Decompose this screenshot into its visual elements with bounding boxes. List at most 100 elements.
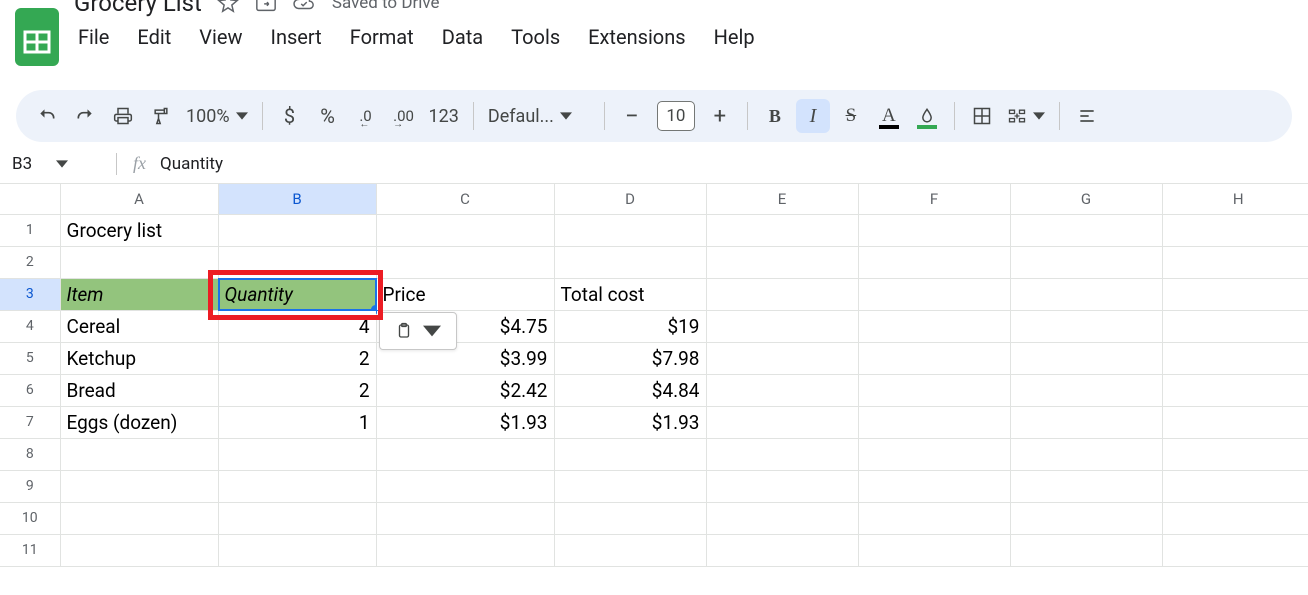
cell-C10[interactable] <box>376 502 554 534</box>
cell-F2[interactable] <box>858 246 1010 278</box>
cell-G11[interactable] <box>1010 534 1162 566</box>
borders-button[interactable] <box>965 99 999 133</box>
cell-D9[interactable] <box>554 470 706 502</box>
cell-D8[interactable] <box>554 438 706 470</box>
cell-F11[interactable] <box>858 534 1010 566</box>
menu-view[interactable]: View <box>187 21 254 53</box>
menu-tools[interactable]: Tools <box>499 21 572 53</box>
cell-B3[interactable]: Quantity <box>218 278 376 310</box>
cell-H2[interactable] <box>1162 246 1308 278</box>
cell-E11[interactable] <box>706 534 858 566</box>
horizontal-align-button[interactable] <box>1070 99 1104 133</box>
cell-C3[interactable]: Price <box>376 278 554 310</box>
cell-A5[interactable]: Ketchup <box>60 342 218 374</box>
italic-button[interactable]: I <box>796 99 830 133</box>
cell-F4[interactable] <box>858 310 1010 342</box>
zoom-select[interactable]: 100% <box>182 106 252 127</box>
menu-insert[interactable]: Insert <box>259 21 334 53</box>
paint-format-button[interactable] <box>144 99 178 133</box>
cell-G6[interactable] <box>1010 374 1162 406</box>
menu-extensions[interactable]: Extensions <box>576 21 697 53</box>
paste-options-popup[interactable] <box>379 312 457 350</box>
more-formats-button[interactable]: 123 <box>425 106 463 127</box>
text-color-button[interactable]: A <box>872 99 906 133</box>
cell-E1[interactable] <box>706 214 858 246</box>
cell-B8[interactable] <box>218 438 376 470</box>
format-percent-button[interactable]: % <box>311 99 345 133</box>
cell-B9[interactable] <box>218 470 376 502</box>
cell-C9[interactable] <box>376 470 554 502</box>
cell-H9[interactable] <box>1162 470 1308 502</box>
cell-H11[interactable] <box>1162 534 1308 566</box>
select-all-corner[interactable] <box>0 184 60 214</box>
decrease-font-size-button[interactable]: − <box>615 99 649 133</box>
cell-E9[interactable] <box>706 470 858 502</box>
cell-A10[interactable] <box>60 502 218 534</box>
cell-F6[interactable] <box>858 374 1010 406</box>
cell-G3[interactable] <box>1010 278 1162 310</box>
menu-data[interactable]: Data <box>430 21 495 53</box>
row-header-2[interactable]: 2 <box>0 246 60 278</box>
merge-cells-button[interactable] <box>1003 106 1049 127</box>
document-title[interactable]: Grocery List <box>74 0 202 17</box>
column-header-C[interactable]: C <box>376 184 554 214</box>
cell-B6[interactable]: 2 <box>218 374 376 406</box>
cell-G4[interactable] <box>1010 310 1162 342</box>
cell-G2[interactable] <box>1010 246 1162 278</box>
cell-H8[interactable] <box>1162 438 1308 470</box>
fx-icon[interactable]: fx <box>133 153 146 174</box>
row-header-9[interactable]: 9 <box>0 470 60 502</box>
cell-E6[interactable] <box>706 374 858 406</box>
font-select[interactable]: Defaul... <box>484 106 594 127</box>
cell-A11[interactable] <box>60 534 218 566</box>
cell-B10[interactable] <box>218 502 376 534</box>
menu-help[interactable]: Help <box>702 21 767 53</box>
cell-B1[interactable] <box>218 214 376 246</box>
cell-H5[interactable] <box>1162 342 1308 374</box>
row-header-10[interactable]: 10 <box>0 502 60 534</box>
row-header-7[interactable]: 7 <box>0 406 60 438</box>
cell-G1[interactable] <box>1010 214 1162 246</box>
cell-A2[interactable] <box>60 246 218 278</box>
name-box[interactable]: B3 <box>8 154 108 174</box>
cell-E3[interactable] <box>706 278 858 310</box>
cell-F3[interactable] <box>858 278 1010 310</box>
menu-file[interactable]: File <box>66 21 121 53</box>
fill-color-button[interactable] <box>910 99 944 133</box>
print-button[interactable] <box>106 99 140 133</box>
bold-button[interactable]: B <box>758 99 792 133</box>
cell-A8[interactable] <box>60 438 218 470</box>
column-header-E[interactable]: E <box>706 184 858 214</box>
column-header-H[interactable]: H <box>1162 184 1308 214</box>
sheets-logo[interactable] <box>8 0 66 74</box>
column-header-B[interactable]: B <box>218 184 376 214</box>
row-header-1[interactable]: 1 <box>0 214 60 246</box>
cell-B11[interactable] <box>218 534 376 566</box>
cell-A7[interactable]: Eggs (dozen) <box>60 406 218 438</box>
cell-H10[interactable] <box>1162 502 1308 534</box>
cell-C6[interactable]: $2.42 <box>376 374 554 406</box>
undo-button[interactable] <box>30 99 64 133</box>
cell-B7[interactable]: 1 <box>218 406 376 438</box>
cell-D5[interactable]: $7.98 <box>554 342 706 374</box>
star-icon[interactable] <box>216 0 240 15</box>
cell-B4[interactable]: 4 <box>218 310 376 342</box>
cell-E10[interactable] <box>706 502 858 534</box>
spreadsheet-grid[interactable]: A B C D E F G H 1 Grocery list 2 3 Item … <box>0 184 1308 567</box>
cell-A6[interactable]: Bread <box>60 374 218 406</box>
cell-H3[interactable] <box>1162 278 1308 310</box>
cell-G9[interactable] <box>1010 470 1162 502</box>
cell-F8[interactable] <box>858 438 1010 470</box>
cell-F1[interactable] <box>858 214 1010 246</box>
column-header-G[interactable]: G <box>1010 184 1162 214</box>
formula-content[interactable]: Quantity <box>160 154 223 174</box>
cell-C1[interactable] <box>376 214 554 246</box>
cell-A1[interactable]: Grocery list <box>60 214 218 246</box>
cell-C11[interactable] <box>376 534 554 566</box>
move-folder-icon[interactable] <box>254 0 278 15</box>
cell-E7[interactable] <box>706 406 858 438</box>
cell-B5[interactable]: 2 <box>218 342 376 374</box>
cell-A9[interactable] <box>60 470 218 502</box>
row-header-5[interactable]: 5 <box>0 342 60 374</box>
increase-font-size-button[interactable]: + <box>703 99 737 133</box>
